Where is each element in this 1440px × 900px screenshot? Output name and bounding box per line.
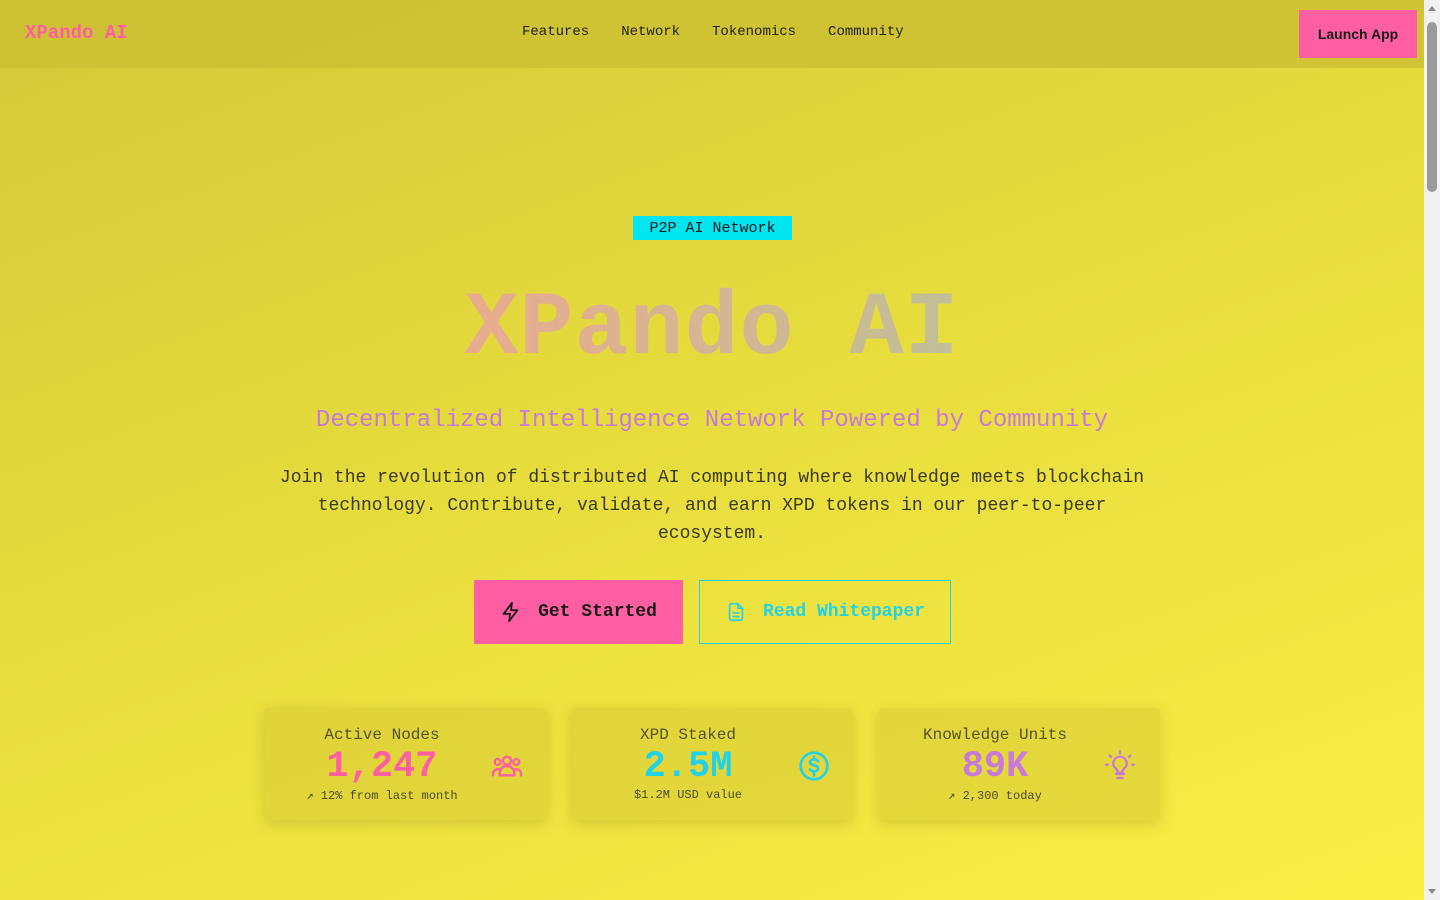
read-whitepaper-button[interactable]: Read Whitepaper (699, 580, 951, 644)
stat-note: ↗ 2,300 today (948, 789, 1042, 803)
stat-value: 1,247 (326, 746, 438, 788)
scroll-thumb[interactable] (1427, 22, 1437, 192)
scroll-down-arrow-icon[interactable] (1428, 889, 1436, 894)
nav-link-network[interactable]: Network (621, 24, 680, 40)
lightbulb-icon (1104, 750, 1136, 780)
document-icon (728, 602, 744, 622)
users-icon (491, 755, 523, 777)
logo[interactable]: XPando AI (25, 22, 128, 44)
network-badge: P2P AI Network (633, 216, 792, 240)
launch-app-button[interactable]: Launch App (1299, 10, 1417, 58)
nav-links: Features Network Tokenomics Community (522, 24, 904, 40)
hero-title: XPando AI (0, 278, 1424, 382)
read-whitepaper-label: Read Whitepaper (762, 602, 926, 622)
page-scrollbar[interactable] (1424, 0, 1440, 900)
stat-note: $1.2M USD value (633, 788, 743, 802)
top-navbar: XPando AI Features Network Tokenomics Co… (0, 0, 1424, 68)
hero-description: Join the revolution of distributed AI co… (279, 468, 1145, 544)
stat-value: 89K (961, 746, 1029, 788)
stat-label: Active Nodes (324, 726, 440, 744)
dollar-icon (799, 751, 829, 781)
scroll-up-arrow-icon[interactable] (1428, 6, 1436, 11)
stat-value: 2.5M (643, 746, 733, 788)
nav-link-tokenomics[interactable]: Tokenomics (712, 24, 796, 40)
stat-label: XPD Staked (639, 726, 736, 744)
hero-subtitle: Decentralized Intelligence Network Power… (315, 407, 1109, 434)
stat-card-active-nodes: Active Nodes 1,247 ↗ 12% from last month (265, 708, 547, 820)
get-started-button[interactable]: Get Started (474, 580, 683, 644)
nav-link-features[interactable]: Features (522, 24, 589, 40)
stat-label: Knowledge Units (922, 726, 1068, 744)
nav-link-community[interactable]: Community (828, 24, 904, 40)
get-started-label: Get Started (538, 602, 657, 622)
stat-note: ↗ 12% from last month (306, 789, 458, 803)
stat-card-knowledge-units: Knowledge Units 89K ↗ 2,300 today (878, 708, 1160, 820)
stat-card-xpd-staked: XPD Staked 2.5M $1.2M USD value (571, 708, 853, 820)
lightning-icon (502, 601, 519, 623)
